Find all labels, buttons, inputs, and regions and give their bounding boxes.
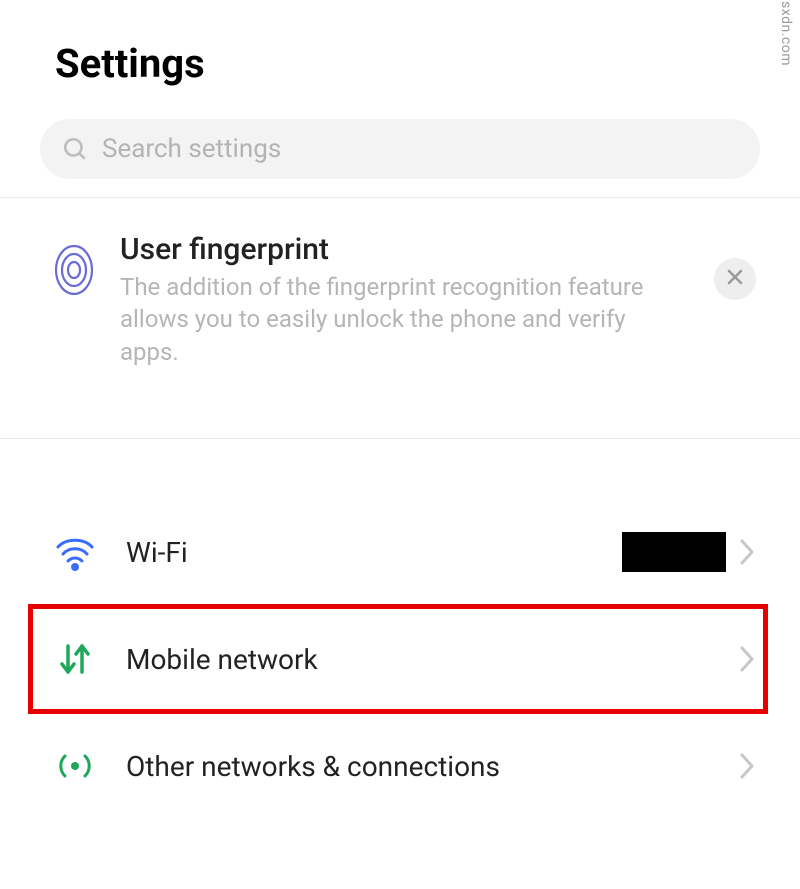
promo-title: User fingerprint — [120, 232, 688, 267]
row-label: Other networks & connections — [126, 750, 738, 783]
search-input[interactable]: Search settings — [40, 119, 760, 179]
search-icon — [62, 136, 88, 162]
page-title: Settings — [55, 40, 750, 87]
promo-description: The addition of the fingerprint recognit… — [120, 271, 688, 368]
watermark: wsxdn.com — [778, 0, 794, 66]
row-label: Mobile network — [126, 643, 738, 676]
chevron-right-icon — [738, 751, 756, 781]
settings-row-wifi[interactable]: Wi-Fi — [0, 499, 800, 605]
settings-row-mobile-network[interactable]: Mobile network — [0, 606, 800, 712]
row-label: Wi-Fi — [126, 536, 622, 569]
settings-row-other-networks[interactable]: Other networks & connections — [0, 713, 800, 819]
fingerprint-icon — [54, 244, 94, 296]
chevron-right-icon — [738, 537, 756, 567]
broadcast-icon — [54, 745, 96, 787]
search-placeholder: Search settings — [102, 134, 281, 164]
wifi-icon — [54, 531, 96, 573]
mobile-data-icon — [54, 638, 96, 680]
close-button[interactable] — [714, 258, 756, 300]
wifi-value-redacted — [622, 532, 726, 572]
close-icon — [726, 268, 744, 290]
fingerprint-promo[interactable]: User fingerprint The addition of the fin… — [0, 198, 800, 438]
chevron-right-icon — [738, 644, 756, 674]
